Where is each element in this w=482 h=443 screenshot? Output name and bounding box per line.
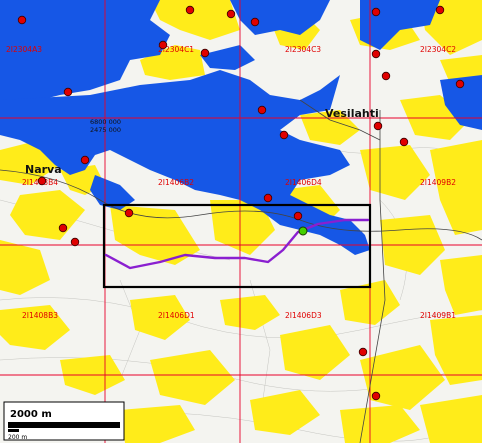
route-start-marker[interactable] [298,226,308,236]
map-marker[interactable] [371,391,381,401]
map-marker[interactable] [158,40,168,50]
map-marker[interactable] [358,347,368,357]
map-marker[interactable] [124,208,134,218]
map-marker[interactable] [63,87,73,97]
scale-major-label: 2000 m [10,409,52,420]
map-marker[interactable] [257,105,267,115]
sheet-label: 2I1406D4 [285,178,322,187]
map-marker[interactable] [226,9,236,19]
map-marker[interactable] [399,137,409,147]
map-marker[interactable] [80,155,90,165]
map-marker[interactable] [381,71,391,81]
map-marker[interactable] [17,15,27,25]
sheet-label: 2I1409B1 [420,311,456,320]
topographic-map[interactable]: 2I2304A3 2I2304C1 2I2304C3 2I2304C2 2I14… [0,0,482,443]
map-marker[interactable] [279,130,289,140]
map-marker[interactable] [455,79,465,89]
map-marker[interactable] [263,193,273,203]
map-canvas: 2I2304A3 2I2304C1 2I2304C3 2I2304C2 2I14… [0,0,482,443]
map-marker[interactable] [435,5,445,15]
map-marker[interactable] [293,211,303,221]
map-marker[interactable] [58,223,68,233]
scale-bar: 2000 m 200 m [3,401,125,441]
northing-label: 6800 000 [90,118,121,126]
sheet-label: 2I1406D1 [158,311,195,320]
map-marker[interactable] [185,5,195,15]
scale-minor-bar [8,429,19,432]
sheet-label: 2I2304A3 [6,45,42,54]
map-marker[interactable] [70,237,80,247]
sheet-label: 2I1409B2 [420,178,456,187]
map-marker[interactable] [37,176,47,186]
map-marker[interactable] [371,7,381,17]
map-marker[interactable] [250,17,260,27]
scale-minor-label: 200 m [8,434,27,441]
map-marker[interactable] [371,49,381,59]
sheet-label: 2I1406B2 [158,178,194,187]
sheet-label: 2I2304C2 [420,45,456,54]
scale-major-bar [8,422,120,428]
sheet-label: 2I1408B3 [22,311,58,320]
map-marker[interactable] [373,121,383,131]
map-marker[interactable] [200,48,210,58]
sheet-label: 2I1406D3 [285,311,322,320]
place-label-vesilahti: Vesilahti [325,107,379,120]
easting-label: 2475 000 [90,126,121,134]
place-label-narva: Narva [25,163,62,176]
sheet-label: 2I2304C3 [285,45,321,54]
